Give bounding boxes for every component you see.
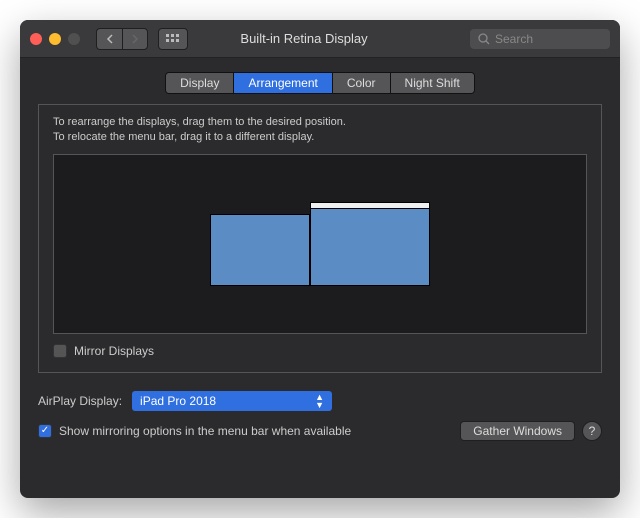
tab-arrangement[interactable]: Arrangement — [234, 73, 332, 93]
arrangement-instructions: To rearrange the displays, drag them to … — [53, 115, 587, 146]
airplay-label: AirPlay Display: — [38, 394, 122, 408]
preferences-window: Built-in Retina Display Search Display A… — [20, 20, 620, 498]
nav-buttons — [96, 28, 148, 50]
display-primary[interactable] — [310, 208, 430, 286]
back-button[interactable] — [96, 28, 122, 50]
mirror-displays-checkbox[interactable] — [53, 344, 67, 358]
select-arrows-icon: ▲▼ — [315, 393, 324, 409]
tab-night-shift[interactable]: Night Shift — [391, 73, 474, 93]
window-title: Built-in Retina Display — [146, 31, 462, 46]
instruction-line-2: To relocate the menu bar, drag it to a d… — [53, 130, 587, 145]
forward-button — [122, 28, 148, 50]
content-area: Display Arrangement Color Night Shift To… — [20, 58, 620, 498]
airplay-row: AirPlay Display: iPad Pro 2018 ▲▼ — [38, 391, 602, 411]
help-button[interactable]: ? — [582, 421, 602, 441]
last-row: Show mirroring options in the menu bar w… — [38, 421, 602, 441]
search-placeholder: Search — [495, 32, 533, 46]
close-icon[interactable] — [30, 33, 42, 45]
show-mirroring-label: Show mirroring options in the menu bar w… — [59, 424, 351, 438]
gather-windows-button[interactable]: Gather Windows — [460, 421, 575, 441]
chevron-right-icon — [131, 34, 139, 44]
display-primary-wrap — [310, 202, 430, 286]
instruction-line-1: To rearrange the displays, drag them to … — [53, 115, 587, 130]
bottom-controls: AirPlay Display: iPad Pro 2018 ▲▼ Show m… — [38, 391, 602, 441]
tab-segment: Display Arrangement Color Night Shift — [165, 72, 475, 94]
arrangement-panel: To rearrange the displays, drag them to … — [38, 104, 602, 373]
airplay-selected-value: iPad Pro 2018 — [140, 394, 216, 408]
minimize-icon[interactable] — [49, 33, 61, 45]
display-canvas — [53, 154, 587, 334]
tab-color[interactable]: Color — [333, 73, 391, 93]
tab-display[interactable]: Display — [166, 73, 234, 93]
mirror-displays-label: Mirror Displays — [74, 344, 154, 358]
search-input[interactable]: Search — [470, 29, 610, 49]
zoom-icon — [68, 33, 80, 45]
titlebar: Built-in Retina Display Search — [20, 20, 620, 58]
traffic-lights — [30, 33, 80, 45]
chevron-left-icon — [106, 34, 114, 44]
display-secondary[interactable] — [210, 214, 310, 286]
airplay-select[interactable]: iPad Pro 2018 ▲▼ — [132, 391, 332, 411]
show-mirroring-checkbox[interactable] — [38, 424, 52, 438]
mirror-row: Mirror Displays — [53, 344, 587, 358]
search-icon — [478, 33, 490, 45]
tabs-row: Display Arrangement Color Night Shift — [38, 72, 602, 94]
